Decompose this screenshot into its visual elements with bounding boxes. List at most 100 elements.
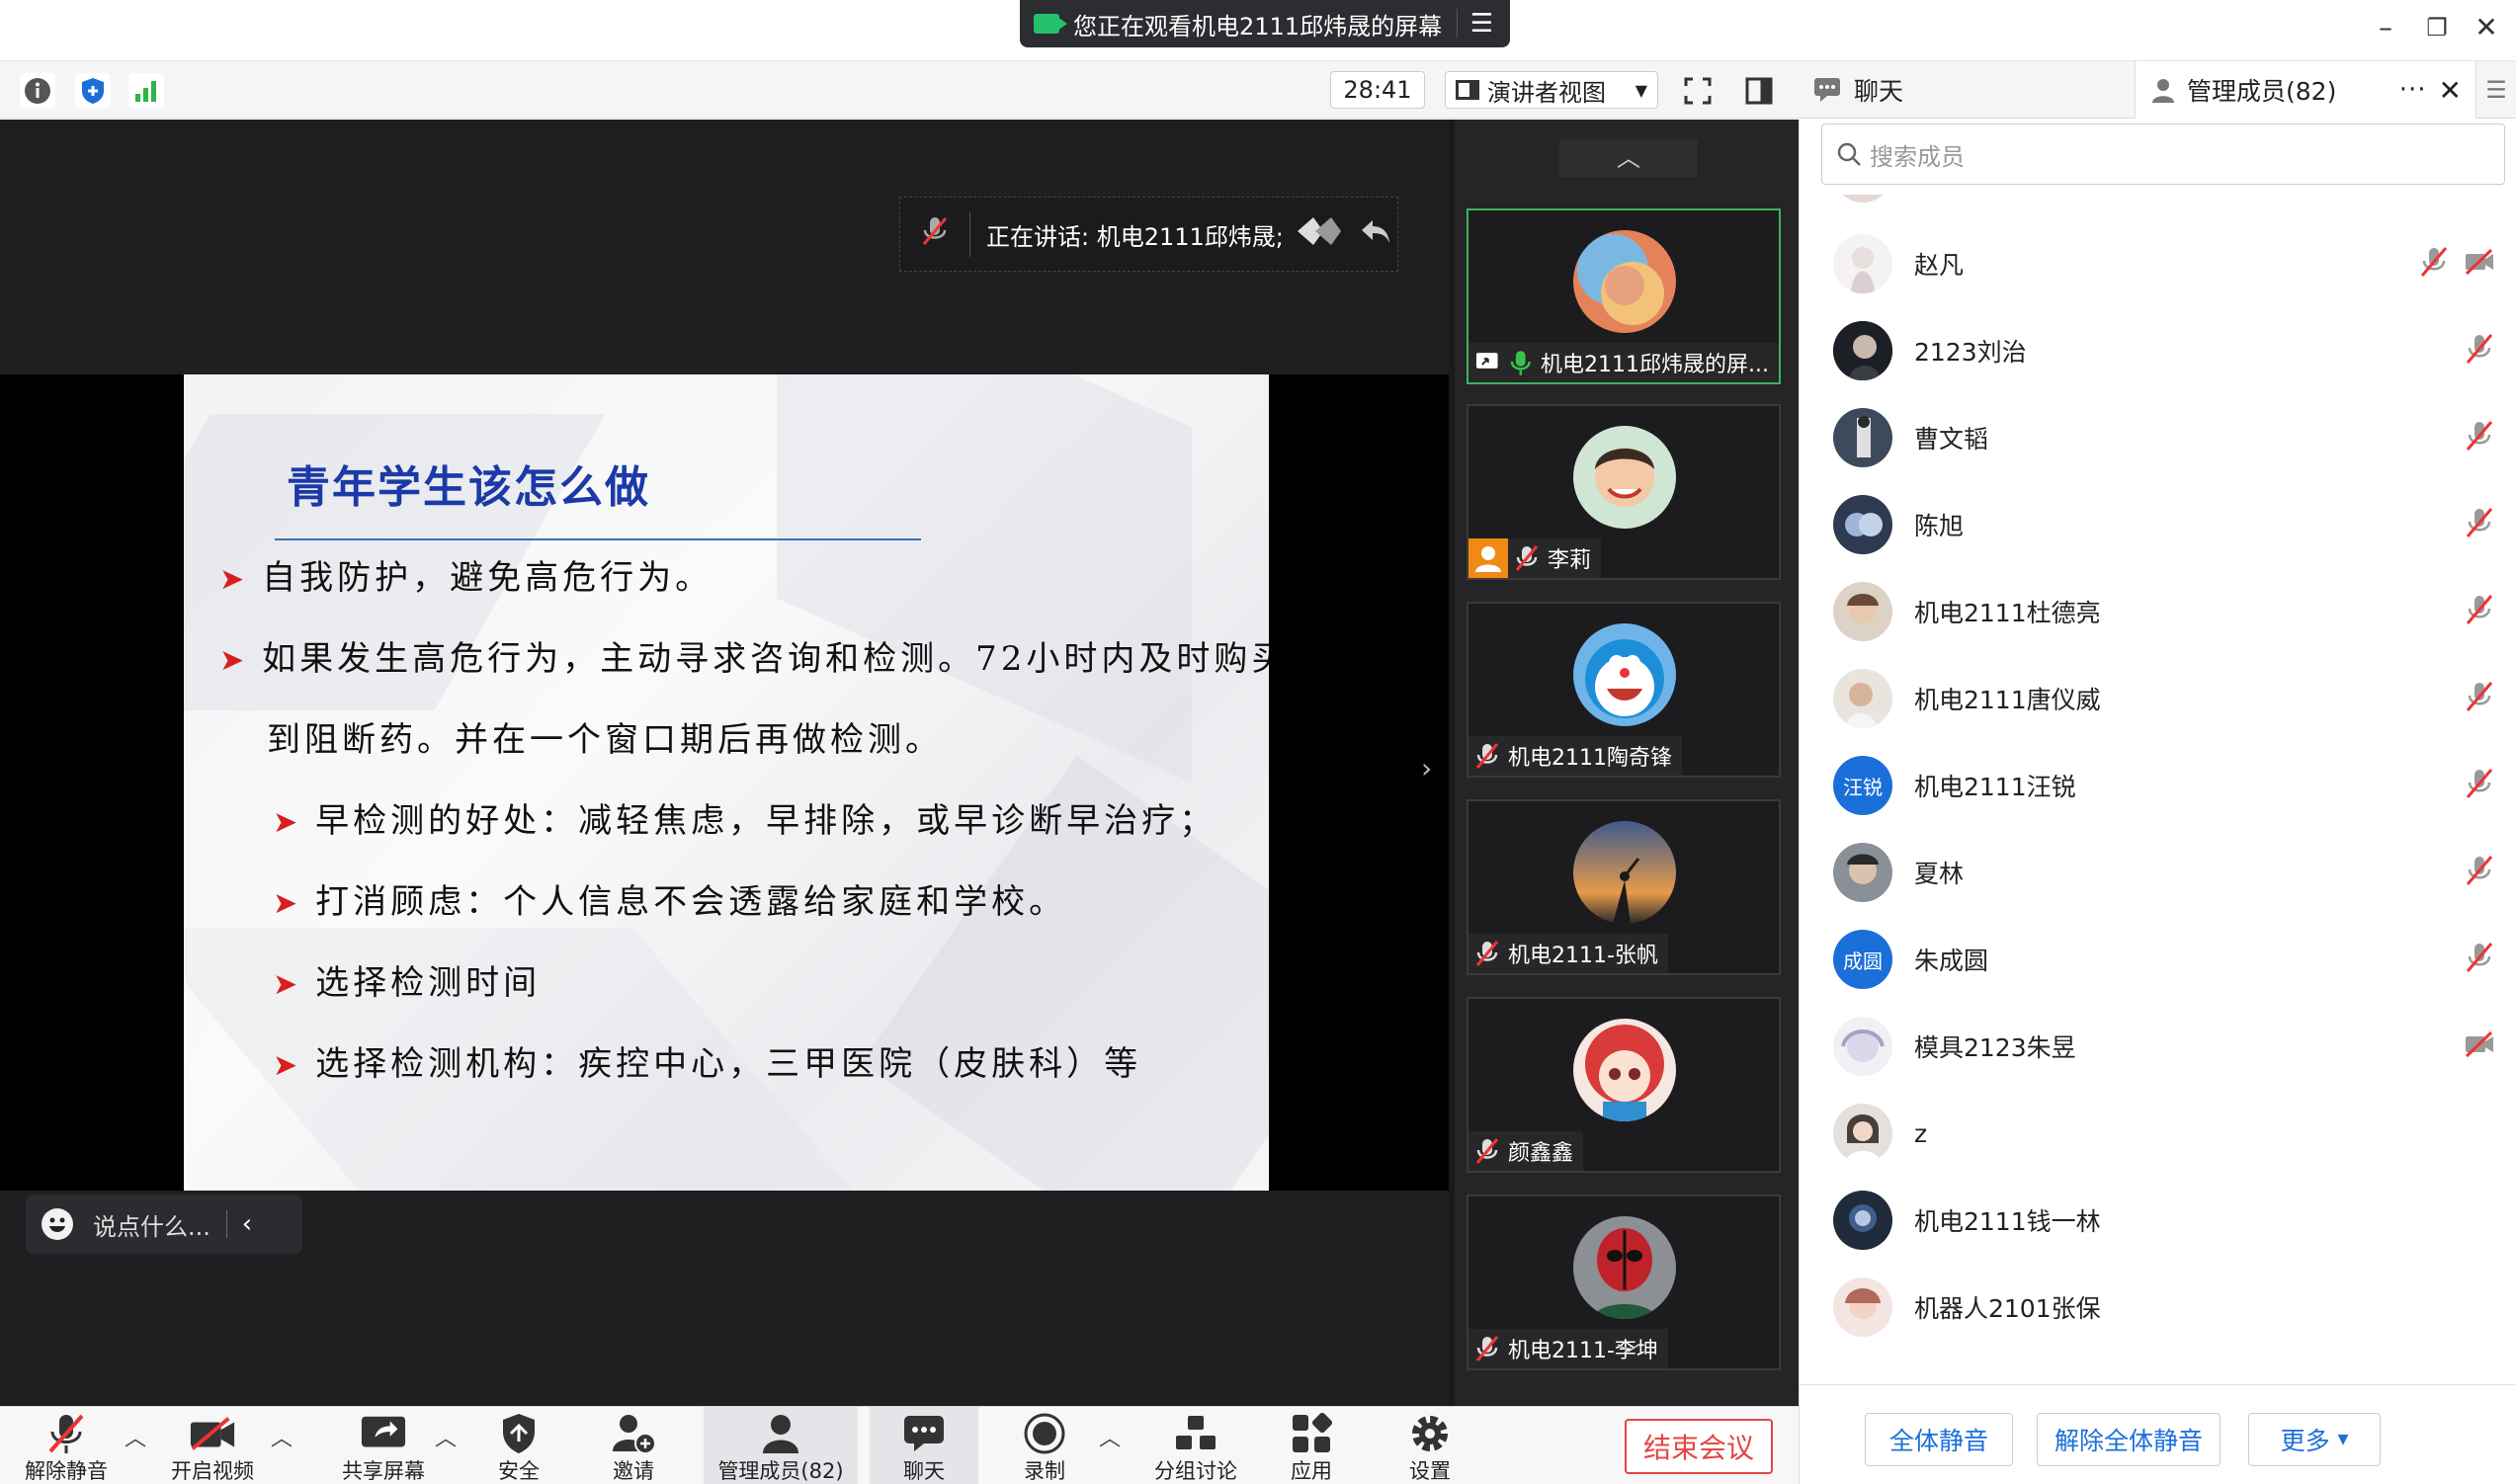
network-signal-icon[interactable] (128, 73, 164, 109)
list-item[interactable]: 汪锐 机电2111汪锐 (1800, 742, 2516, 829)
manage-members-button[interactable]: 管理成员(82) (704, 1407, 858, 1484)
record-button[interactable]: 录制 (1010, 1407, 1079, 1484)
mic-muted-icon[interactable] (2464, 855, 2495, 886)
settings-button[interactable]: 设置 (1395, 1407, 1465, 1484)
tab-members[interactable]: 管理成员(82) ··· ✕ (2135, 61, 2476, 119)
video-tile[interactable]: 机电2111邱炜晟的屏... (1467, 208, 1781, 384)
reply-arrow-icon[interactable] (1359, 216, 1392, 252)
slide-title: 青年学生该怎么做 (287, 462, 650, 513)
security-shield-icon[interactable] (75, 73, 111, 109)
chat-quick-input[interactable]: 说点什么... ‹ (26, 1195, 302, 1254)
list-item[interactable]: 曹文韬 (1800, 394, 2516, 481)
panel-menu-icon[interactable]: ☰ (2476, 61, 2516, 119)
member-search-input[interactable]: 搜索成员 (1821, 124, 2505, 185)
apps-button[interactable]: 应用 (1277, 1407, 1346, 1484)
mic-muted-icon[interactable] (2418, 246, 2450, 278)
chat-icon (1814, 78, 1840, 102)
tile-label: 机电2111邱炜晟的屏... (1468, 343, 1779, 382)
list-item[interactable]: 陈旭 (1800, 481, 2516, 568)
restore-button[interactable]: ❐ (2417, 8, 2457, 47)
mic-on-icon (1510, 351, 1531, 375)
record-icon (1021, 1411, 1068, 1455)
view-mode-label: 演讲者视图 (1487, 78, 1606, 107)
mic-muted-icon[interactable] (2464, 333, 2495, 365)
member-name: 机电2111唐仪威 (1914, 686, 2101, 714)
chat-button[interactable]: 聊天 (870, 1407, 978, 1484)
shield-icon (495, 1411, 543, 1455)
emoji-icon[interactable] (42, 1208, 73, 1240)
video-tile[interactable]: 机电2111-张帆 (1467, 799, 1781, 975)
video-tile[interactable]: 李莉 (1467, 404, 1781, 580)
list-item[interactable]: 夏林 (1800, 829, 2516, 916)
video-tile[interactable]: 机电2111陶奇锋 (1467, 602, 1781, 778)
chevron-left-icon[interactable]: ‹ (227, 1209, 267, 1239)
video-off-icon[interactable] (2464, 246, 2495, 278)
chevron-up-icon[interactable]: ︿ (125, 1421, 146, 1452)
side-panel-tabs: 聊天 管理成员(82) ··· ✕ (1799, 61, 2516, 119)
mute-all-button[interactable]: 全体静音 (1865, 1413, 2013, 1466)
list-item[interactable]: 机器人2101张保 (1800, 1264, 2516, 1351)
list-item[interactable]: 机电2111钱一林 (1800, 1177, 2516, 1264)
chevron-up-icon[interactable]: ︿ (435, 1421, 457, 1452)
unmute-button[interactable]: 解除静音 (12, 1407, 121, 1484)
video-off-icon[interactable] (2464, 1029, 2495, 1060)
control-label: 管理成员(82) (717, 1459, 844, 1483)
more-options-icon[interactable]: ··· (2399, 75, 2427, 105)
title-bar: 您正在观看机电2111邱炜晟的屏幕 ☰ – ❐ ✕ (0, 0, 2516, 61)
unmute-all-button[interactable]: 解除全体静音 (2037, 1413, 2221, 1466)
view-mode-dropdown[interactable]: 演讲者视图 ▼ (1445, 71, 1658, 109)
tile-label: 颜鑫鑫 (1468, 1131, 1584, 1171)
video-tile[interactable]: 颜鑫鑫 (1467, 997, 1781, 1173)
list-item[interactable]: 2123刘治 (1800, 307, 2516, 394)
control-label: 录制 (1024, 1459, 1065, 1483)
mic-muted-icon[interactable] (2464, 420, 2495, 452)
more-button[interactable]: 更多 ▼ (2248, 1413, 2381, 1466)
start-video-button[interactable]: 开启视频 (158, 1407, 267, 1484)
close-window-button[interactable]: ✕ (2467, 8, 2506, 47)
list-item[interactable]: 成圆 朱成圆 (1800, 916, 2516, 1003)
mic-muted-icon[interactable] (2464, 681, 2495, 712)
list-item[interactable]: 模具2123朱昱 (1800, 1003, 2516, 1090)
fullscreen-icon[interactable] (1680, 73, 1716, 109)
member-name: 曹文韬 (1914, 425, 1989, 453)
share-screen-button[interactable]: 共享屏幕 (326, 1407, 441, 1484)
list-item[interactable] (1800, 195, 2516, 216)
chevron-right-icon[interactable]: › (1421, 752, 1432, 784)
breakout-rooms-button[interactable]: 分组讨论 (1146, 1407, 1245, 1484)
chevron-up-icon[interactable]: ︿ (1099, 1421, 1121, 1452)
gallery-scroll-down-button[interactable]: ﹀ (1559, 1337, 1698, 1374)
meeting-toolbar: 28:41 演讲者视图 ▼ (0, 61, 1799, 119)
arrow-bullet-icon: ➤ (273, 967, 298, 1002)
avatar: 成圆 (1833, 930, 1892, 989)
avatar (1833, 582, 1892, 641)
minimize-button[interactable]: – (2366, 8, 2405, 47)
search-icon (1837, 142, 1861, 166)
chat-icon (900, 1411, 948, 1455)
mic-muted-icon[interactable] (2464, 507, 2495, 538)
banner-menu-icon[interactable]: ☰ (1457, 9, 1496, 39)
tile-label: 李莉 (1508, 538, 1602, 578)
slide-bullet-continuation: 到阻断药。并在一个窗口期后再做检测。 (267, 720, 943, 760)
security-button[interactable]: 安全 (484, 1407, 553, 1484)
end-meeting-button[interactable]: 结束会议 (1625, 1419, 1773, 1474)
list-item[interactable]: z (1800, 1090, 2516, 1177)
tile-name: 机电2111邱炜晟的屏... (1541, 353, 1769, 377)
avatar (1833, 321, 1892, 380)
info-icon[interactable] (20, 73, 55, 109)
mic-muted-icon[interactable] (2464, 942, 2495, 973)
list-item[interactable]: 机电2111杜德亮 (1800, 568, 2516, 655)
list-item[interactable]: 机电2111唐仪威 (1800, 655, 2516, 742)
mic-muted-icon[interactable] (2464, 768, 2495, 799)
tab-members-label: 管理成员(82) (2187, 77, 2337, 106)
gallery-scroll-up-button[interactable]: ︿ (1559, 139, 1698, 177)
member-name: 夏林 (1914, 860, 1965, 888)
invite-button[interactable]: 邀请 (599, 1407, 668, 1484)
mic-muted-icon[interactable] (2464, 594, 2495, 625)
tab-chat[interactable]: 聊天 (1799, 61, 2135, 119)
side-panel-toggle-icon[interactable] (1741, 73, 1777, 109)
list-item[interactable]: 赵凡 (1800, 220, 2516, 307)
close-panel-icon[interactable]: ✕ (2439, 74, 2462, 107)
tile-label: 机电2111-张帆 (1468, 934, 1668, 973)
chevron-up-icon[interactable]: ︿ (271, 1421, 293, 1452)
avatar (1833, 495, 1892, 554)
